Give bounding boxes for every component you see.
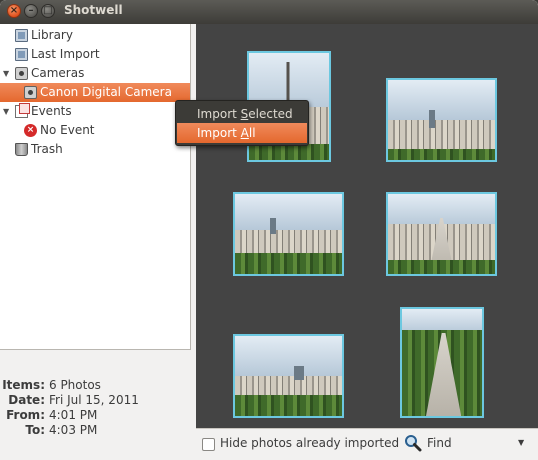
mnemonic-letter: A [240,126,249,140]
photo-tower [293,365,304,380]
library-icon [15,29,28,42]
photo-tower [270,218,277,234]
photo-thumbnail[interactable] [233,334,344,418]
sidebar-item-trash[interactable]: Trash [0,140,190,159]
photo-trees [249,143,329,160]
expander-down-icon[interactable]: ▼ [3,64,9,83]
sidebar-item-library[interactable]: Library [0,26,190,45]
close-button[interactable]: × [7,4,21,18]
info-value: Fri Jul 15, 2011 [49,393,139,407]
info-value: 4:03 PM [49,423,98,437]
events-icon [15,103,30,118]
sidebar-item-no-event[interactable]: × No Event [0,121,190,140]
photo-tower [428,110,435,128]
minimize-button[interactable]: – [24,4,38,18]
sidebar-item-last-import[interactable]: Last Import [0,45,190,64]
last-import-icon [15,48,28,61]
bottom-toolbar: Hide photos already imported Find ▼ [196,428,538,460]
trash-icon [15,143,28,156]
chevron-down-icon[interactable]: ▼ [518,438,524,447]
info-key: Date: [8,393,45,407]
maximize-button[interactable]: □ [41,4,55,18]
sidebar-item-label: Canon Digital Camera [40,85,172,99]
sidebar-item-label: Trash [31,142,63,156]
photo-trees [235,253,342,274]
info-key: From: [6,408,45,422]
camera-icon [15,67,28,80]
sidebar: Library Last Import ▼ Cameras Canon Digi… [0,24,191,350]
photo-trees [235,395,342,416]
photo-thumbnail[interactable] [386,192,497,276]
expander-down-icon[interactable]: ▼ [3,102,9,121]
menu-item-label-suffix: elected [248,107,293,121]
sidebar-item-cameras[interactable]: ▼ Cameras [0,64,190,83]
photo-thumbnail[interactable] [386,78,497,162]
photo-thumbnail[interactable] [400,307,484,418]
maximize-icon: □ [43,5,53,16]
info-from-row: From: 4:01 PM [0,408,191,423]
sidebar-item-events[interactable]: ▼ Events [0,102,190,121]
photo-trees [388,259,495,274]
menu-item-import-selected[interactable]: Import Selected [177,104,307,124]
shotwell-window: × – □ Shotwell Library Last Import ▼ Cam… [0,0,538,460]
title-bar[interactable]: × – □ Shotwell [0,0,538,24]
photo-thumbnail[interactable] [233,192,344,276]
no-event-icon: × [24,124,37,137]
sidebar-item-label: Last Import [31,47,100,61]
menu-item-import-all[interactable]: Import All [177,123,307,143]
sidebar-item-canon-digital-camera[interactable]: Canon Digital Camera [0,83,190,102]
sidebar-item-label: Cameras [31,66,85,80]
search-icon[interactable] [404,434,422,452]
info-key: Items: [2,378,45,392]
info-value: 4:01 PM [49,408,98,422]
photo-grid [196,24,538,428]
menu-item-label-suffix: ll [248,126,256,140]
hide-imported-checkbox[interactable] [202,438,215,451]
context-menu: Import Selected Import All [175,100,309,146]
minimize-icon: – [28,5,34,16]
hide-imported-label[interactable]: Hide photos already imported [220,436,399,450]
info-to-row: To: 4:03 PM [0,423,191,438]
sidebar-item-label: Library [31,28,73,42]
sidebar-item-label: No Event [40,123,95,137]
info-items-row: Items: 6 Photos [0,378,191,393]
sidebar-item-label: Events [31,104,72,118]
find-button-label[interactable]: Find [427,436,452,450]
photo-sky [235,336,342,376]
menu-item-label-prefix: Import [197,126,241,140]
info-value: 6 Photos [49,378,101,392]
info-date-row: Date: Fri Jul 15, 2011 [0,393,191,408]
photo-sky [388,80,495,120]
window-title: Shotwell [64,3,123,17]
close-icon: × [9,5,19,16]
info-key: To: [25,423,45,437]
info-panel: Items: 6 Photos Date: Fri Jul 15, 2011 F… [0,358,191,460]
menu-item-label-prefix: Import [197,107,241,121]
photo-sky [235,194,342,230]
photo-sky [402,309,482,333]
camera-icon [24,86,37,99]
photo-trees [388,148,495,160]
